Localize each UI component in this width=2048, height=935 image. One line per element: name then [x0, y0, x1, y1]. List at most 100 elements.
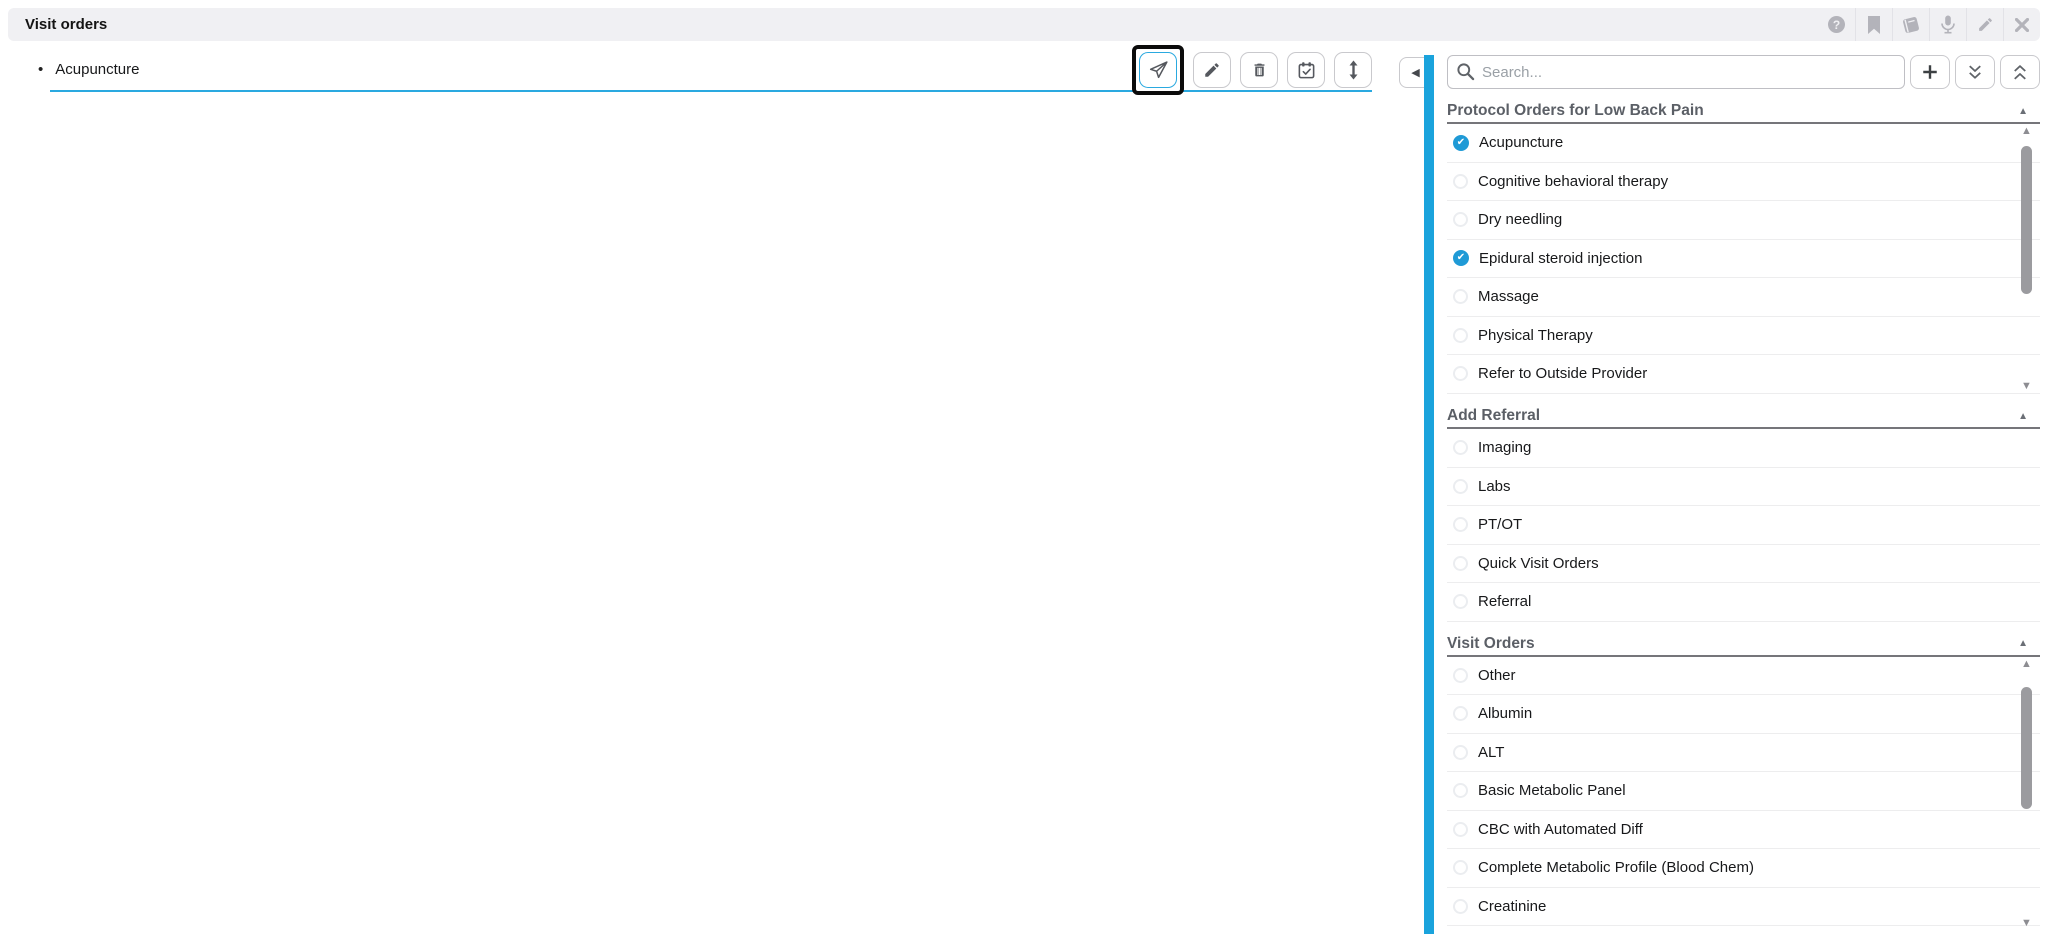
scrollbar-thumb[interactable] [2021, 687, 2032, 809]
order-checkbox[interactable] [1453, 860, 1468, 875]
order-checkbox[interactable] [1453, 328, 1468, 343]
help-icon: ? [1828, 16, 1845, 33]
reorder-button[interactable] [1334, 52, 1372, 88]
order-list-item[interactable]: Basic Metabolic Panel [1447, 772, 2040, 811]
search-icon [1456, 62, 1475, 86]
collapse-section-icon[interactable]: ▲ [2018, 411, 2028, 422]
order-list-item[interactable]: CBC with Automated Diff [1447, 811, 2040, 850]
action-highlight-box [1132, 45, 1184, 95]
header-icon-toolbar: ? [1818, 8, 2040, 41]
send-icon [1148, 60, 1169, 80]
order-list-item[interactable]: Creatinine [1447, 888, 2040, 927]
protocol-orders-list: Acupuncture Cognitive behavioral therapy… [1447, 124, 2040, 394]
order-checkbox[interactable] [1453, 517, 1468, 532]
order-item-label: Refer to Outside Provider [1478, 365, 1647, 382]
double-chevron-up-icon [2011, 64, 2029, 81]
edit-panel-button[interactable] [1966, 8, 2003, 41]
search-input[interactable] [1447, 55, 1905, 89]
section-header-add-referral[interactable]: Add Referral ▲ [1447, 405, 2040, 429]
scroll-up-icon[interactable]: ▲ [2020, 126, 2033, 137]
order-item-label: Physical Therapy [1478, 327, 1593, 344]
order-list-item[interactable]: Referral [1447, 583, 2040, 622]
scroll-down-icon[interactable]: ▼ [2020, 918, 2033, 929]
order-list-item[interactable]: Refer to Outside Provider [1447, 355, 2040, 394]
order-item-label: Quick Visit Orders [1478, 555, 1599, 572]
order-list-item[interactable]: ALT [1447, 734, 2040, 773]
visit-order-row[interactable]: • Acupuncture [38, 47, 140, 91]
order-checkbox[interactable] [1453, 594, 1468, 609]
expand-all-button[interactable] [1955, 55, 1995, 89]
section-title: Add Referral [1447, 407, 1540, 425]
add-icon [1921, 63, 1939, 81]
edit-icon [1977, 16, 1994, 33]
visit-orders-list: Other Albumin ALT Basic Metabolic Panel … [1447, 657, 2040, 935]
bookmark-button[interactable] [1855, 8, 1892, 41]
order-item-label: CBC with Automated Diff [1478, 821, 1643, 838]
scroll-up-icon[interactable]: ▲ [2020, 659, 2033, 670]
send-order-button[interactable] [1139, 52, 1177, 88]
order-checkbox[interactable] [1453, 289, 1468, 304]
order-checkbox[interactable] [1453, 668, 1468, 683]
orders-sidebar: Protocol Orders for Low Back Pain ▲ Acup… [1447, 55, 2048, 934]
section-header-protocol-orders[interactable]: Protocol Orders for Low Back Pain ▲ [1447, 100, 2040, 124]
order-list-item[interactable]: Albumin [1447, 695, 2040, 734]
collapse-sidebar-left-icon: ◀ [1411, 66, 1419, 79]
section-title: Protocol Orders for Low Back Pain [1447, 102, 1704, 120]
order-checkbox[interactable] [1453, 745, 1468, 760]
order-checkbox[interactable] [1453, 899, 1468, 914]
add-order-button[interactable] [1910, 55, 1950, 89]
order-list-item[interactable]: Labs [1447, 468, 2040, 507]
order-checkbox[interactable] [1453, 440, 1468, 455]
order-list-item[interactable]: Quick Visit Orders [1447, 545, 2040, 584]
scroll-down-icon[interactable]: ▼ [2020, 381, 2033, 392]
order-list-item[interactable]: Cognitive behavioral therapy [1447, 163, 2040, 202]
schedule-order-button[interactable] [1287, 52, 1325, 88]
collapse-section-icon[interactable]: ▲ [2018, 638, 2028, 649]
order-item-label: Acupuncture [1479, 134, 1563, 151]
order-item-label: Massage [1478, 288, 1539, 305]
order-list-item[interactable]: Imaging [1447, 429, 2040, 468]
collapse-all-button[interactable] [2000, 55, 2040, 89]
order-checkbox[interactable] [1453, 250, 1469, 266]
section-title: Visit Orders [1447, 635, 1535, 653]
close-panel-button[interactable] [2003, 8, 2040, 41]
order-checkbox[interactable] [1453, 174, 1468, 189]
order-checkbox[interactable] [1453, 706, 1468, 721]
list-scrollbar: ▲ ▼ [2020, 659, 2033, 929]
order-item-label: Basic Metabolic Panel [1478, 782, 1626, 799]
order-item-label: ALT [1478, 744, 1504, 761]
order-list-item[interactable]: Acupuncture [1447, 124, 2040, 163]
order-checkbox[interactable] [1453, 556, 1468, 571]
order-checkbox[interactable] [1453, 783, 1468, 798]
order-list-item[interactable]: Physical Therapy [1447, 317, 2040, 356]
order-list-item[interactable]: Dry needling [1447, 201, 2040, 240]
book-button[interactable] [1892, 8, 1929, 41]
dictation-button[interactable] [1929, 8, 1966, 41]
order-list-item[interactable]: Other [1447, 657, 2040, 696]
order-item-label: PT/OT [1478, 516, 1522, 533]
order-list-item[interactable]: PT/OT [1447, 506, 2040, 545]
order-list-item[interactable]: Complete Metabolic Profile (Blood Chem) [1447, 849, 2040, 888]
page-title: Visit orders [8, 16, 107, 33]
bullet-marker: • [38, 61, 43, 78]
add-referral-list: Imaging Labs PT/OT Quick Visit Orders Re… [1447, 429, 2040, 622]
help-button[interactable]: ? [1818, 8, 1855, 41]
section-header-visit-orders[interactable]: Visit Orders ▲ [1447, 633, 2040, 657]
order-checkbox[interactable] [1453, 366, 1468, 381]
calendar-check-icon [1297, 61, 1316, 80]
edit-order-button[interactable] [1193, 52, 1231, 88]
order-checkbox[interactable] [1453, 135, 1469, 151]
microphone-icon [1940, 15, 1956, 34]
collapse-section-icon[interactable]: ▲ [2018, 106, 2028, 117]
book-icon [1901, 16, 1921, 34]
scrollbar-thumb[interactable] [2021, 146, 2032, 294]
order-item-label: Albumin [1478, 705, 1532, 722]
order-checkbox[interactable] [1453, 212, 1468, 227]
order-checkbox[interactable] [1453, 479, 1468, 494]
double-chevron-down-icon [1966, 64, 1984, 81]
order-list-item[interactable]: Massage [1447, 278, 2040, 317]
order-list-item[interactable]: Epidural steroid injection [1447, 240, 2040, 279]
order-checkbox[interactable] [1453, 822, 1468, 837]
delete-order-button[interactable] [1240, 52, 1278, 88]
close-icon [2015, 18, 2029, 32]
